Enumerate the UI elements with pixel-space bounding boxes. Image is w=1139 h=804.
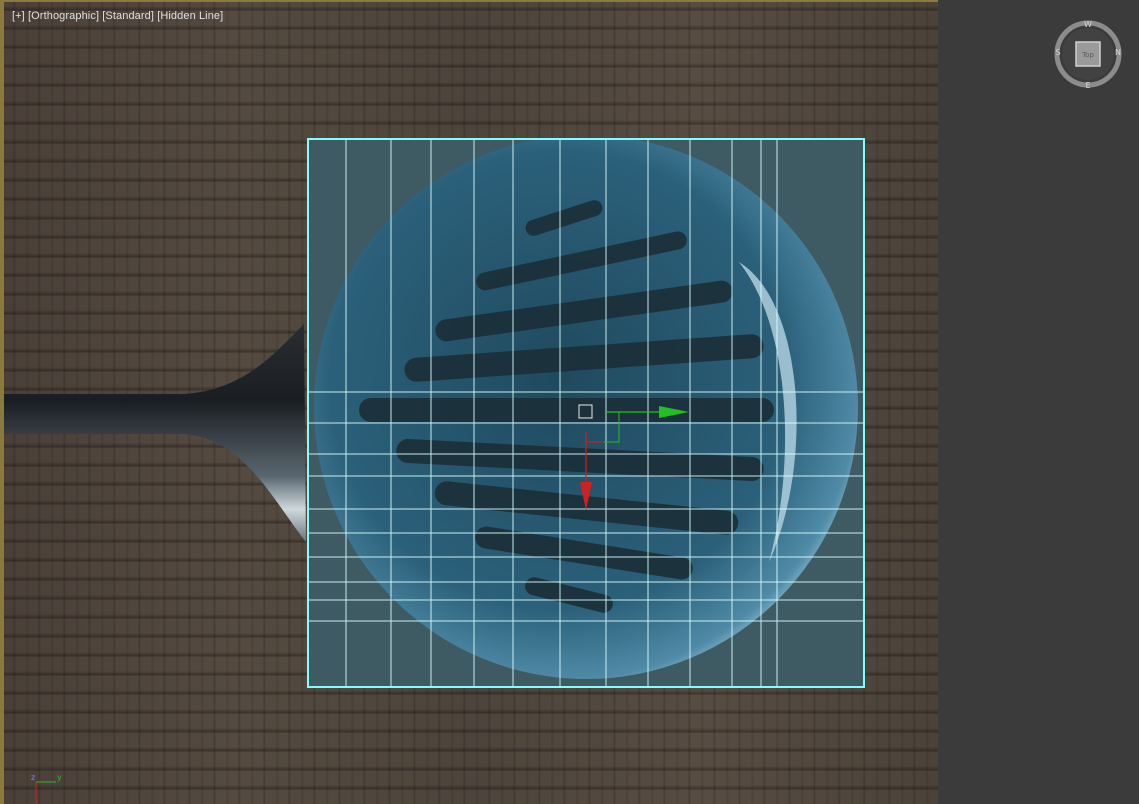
viewcube-face-label: Top xyxy=(1081,51,1094,59)
axis-z-label: z xyxy=(31,773,35,782)
axis-x-label: x xyxy=(34,799,39,804)
viewcube[interactable]: Top N S W E xyxy=(1052,18,1124,90)
axis-y-label: y xyxy=(57,773,62,782)
viewport-shading-mode-menu[interactable]: [Hidden Line] xyxy=(157,10,223,22)
viewport-view-menu[interactable]: [Orthographic] xyxy=(28,10,99,22)
right-side-panel xyxy=(938,0,1139,804)
compass-south-label: S xyxy=(1055,48,1060,57)
axis-tripod: z y x xyxy=(31,773,62,804)
perspective-viewport[interactable]: [+] [Orthographic] [Standard] [Hidden Li… xyxy=(0,0,938,804)
spoon-handle xyxy=(4,324,306,542)
viewport-label-menu: [+] [Orthographic] [Standard] [Hidden Li… xyxy=(12,10,223,22)
viewport-scene xyxy=(4,138,865,688)
viewport-shading-standard-menu[interactable]: [Standard] xyxy=(102,10,154,22)
compass-north-label: N xyxy=(1115,48,1121,57)
compass-east-label: E xyxy=(1085,81,1090,90)
viewport-plus-menu[interactable]: [+] xyxy=(12,10,25,22)
compass-west-label: W xyxy=(1084,20,1092,29)
